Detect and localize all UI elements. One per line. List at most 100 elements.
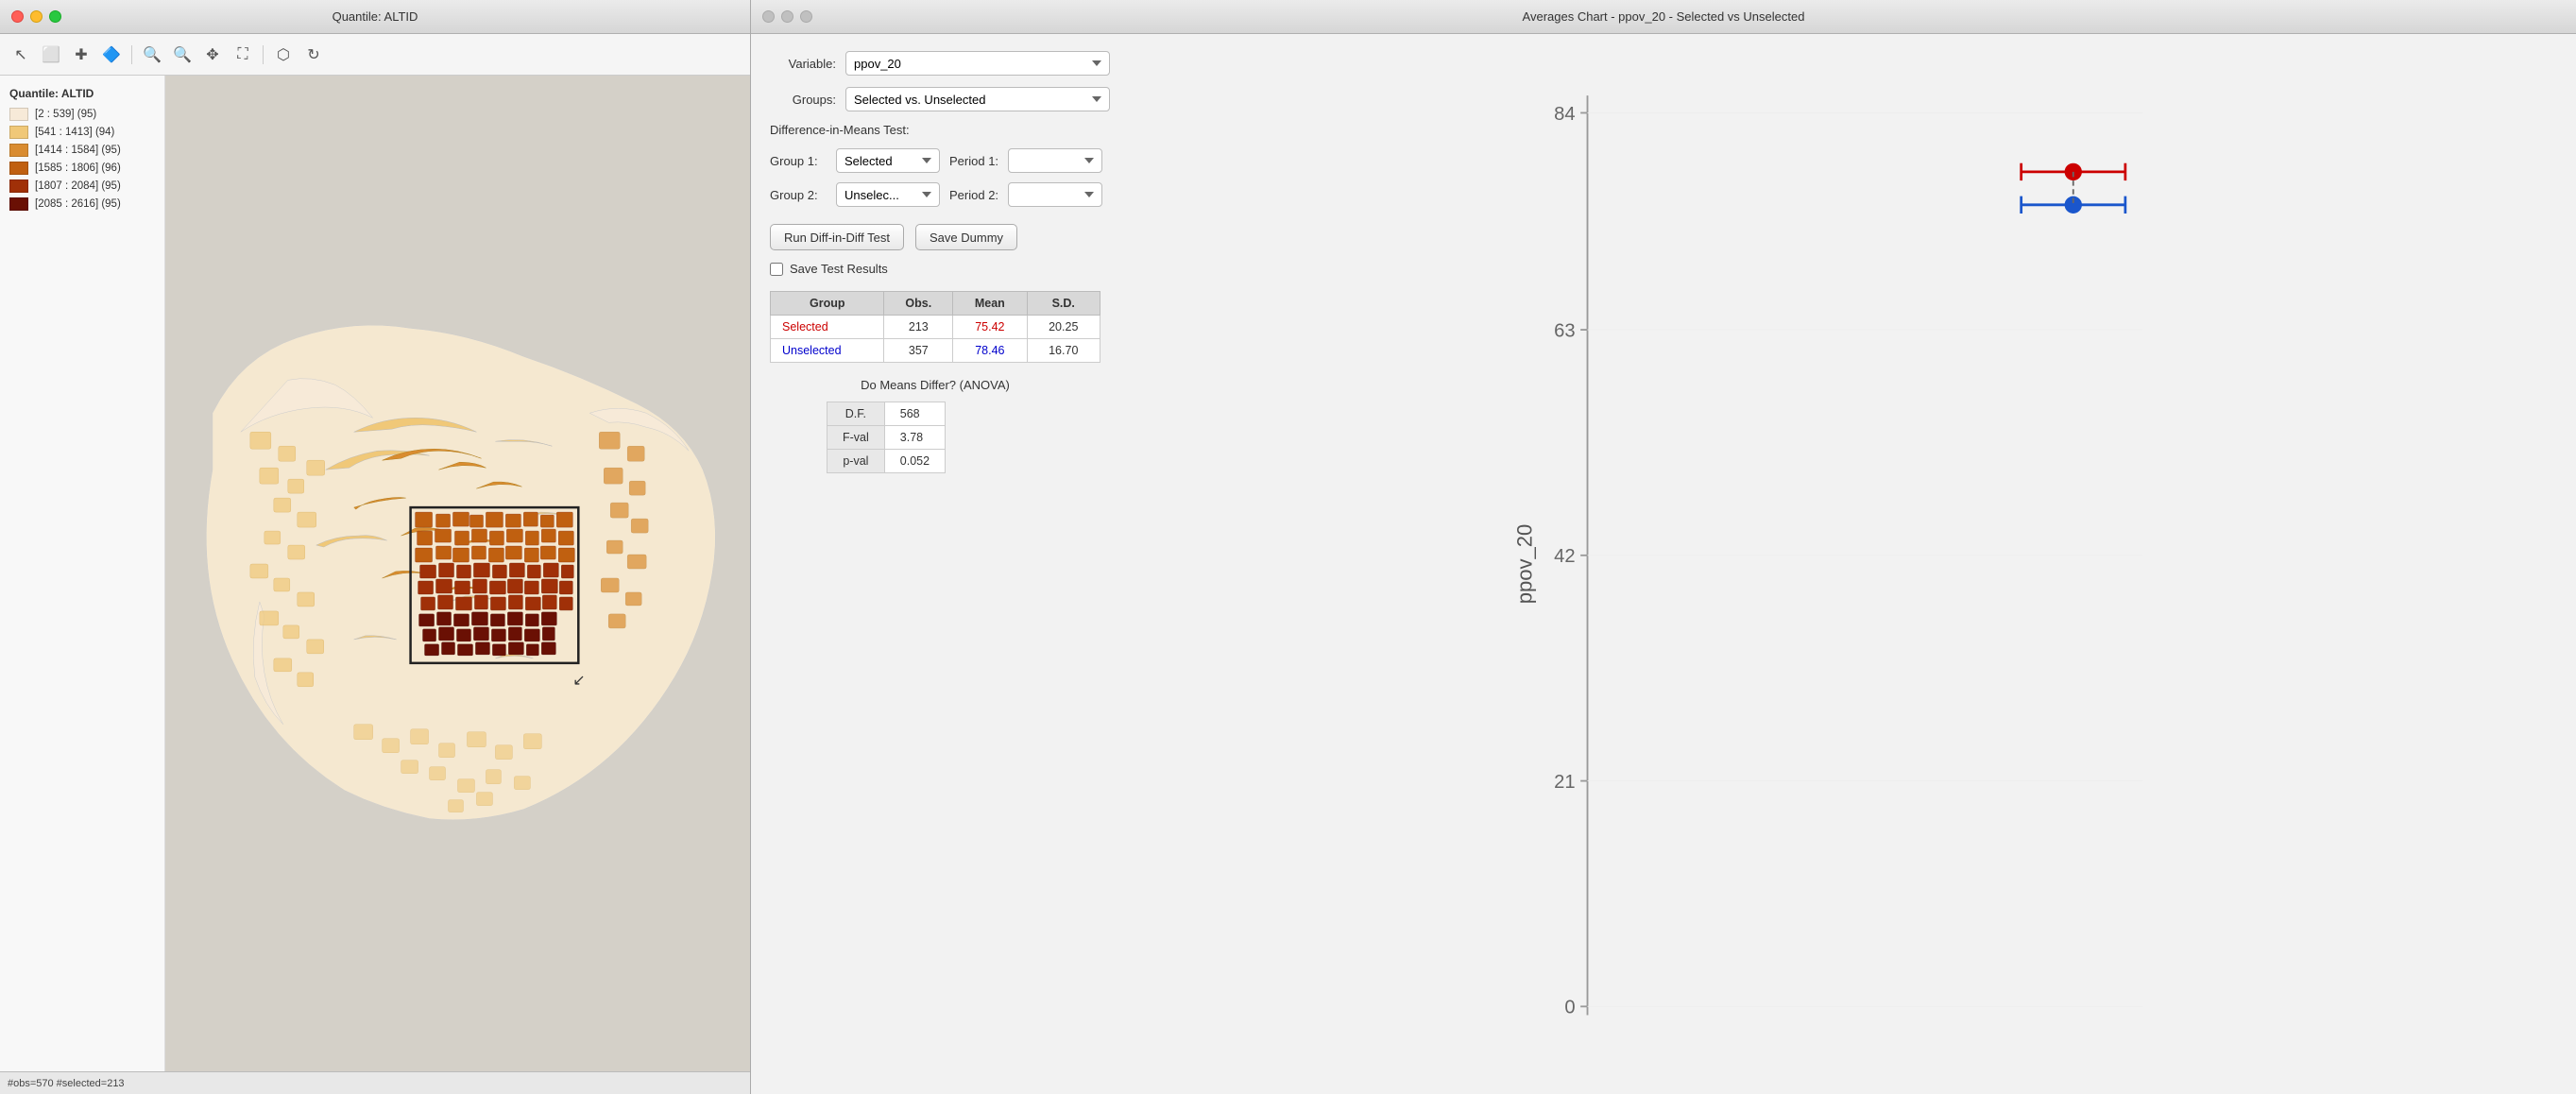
anova-label-fval: F-val — [827, 426, 885, 450]
save-dummy-button[interactable]: Save Dummy — [915, 224, 1017, 250]
add-tool[interactable]: ✚ — [68, 42, 94, 68]
unselected-sd: 16.70 — [1027, 339, 1100, 363]
group1-select[interactable]: Selected — [836, 148, 940, 173]
separator-2 — [263, 45, 264, 64]
y-axis-label: ppov_20 — [1513, 524, 1537, 605]
legend-item-5: [2085 : 2616] (95) — [9, 197, 155, 211]
selected-group-name: Selected — [771, 316, 884, 339]
table-row-selected: Selected 213 75.42 20.25 — [771, 316, 1100, 339]
period1-select[interactable] — [1008, 148, 1102, 173]
variable-select[interactable]: ppov_20 — [845, 51, 1110, 76]
legend-label-1: [541 : 1413] (94) — [35, 127, 114, 138]
y-tick-42: 42 — [1554, 546, 1575, 567]
group1-label: Group 1: — [770, 154, 827, 168]
select-box-tool[interactable]: ⬜ — [38, 42, 64, 68]
diff-means-label: Difference-in-Means Test: — [770, 123, 1110, 137]
variable-label: Variable: — [770, 57, 836, 71]
groups-label: Groups: — [770, 93, 836, 107]
period2-label: Period 2: — [949, 188, 998, 202]
legend-color-0 — [9, 108, 28, 121]
legend-item-0: [2 : 539] (95) — [9, 108, 155, 121]
save-results-checkbox[interactable] — [770, 263, 783, 276]
map-titlebar: Quantile: ALTID — [0, 0, 750, 34]
legend-label-2: [1414 : 1584] (95) — [35, 145, 121, 156]
legend-item-4: [1807 : 2084] (95) — [9, 179, 155, 193]
unselected-obs: 357 — [884, 339, 953, 363]
legend-color-5 — [9, 197, 28, 211]
chart-close-button[interactable] — [762, 10, 775, 23]
traffic-lights — [11, 10, 61, 23]
layer-tool[interactable]: 🔷 — [98, 42, 125, 68]
map-window: Quantile: ALTID ↖ ⬜ ✚ 🔷 🔍 🔍 ✥ ⛶ ⬡ ↻ Quan… — [0, 0, 751, 1094]
chart-content: Variable: ppov_20 Groups: Selected vs. U… — [751, 34, 2576, 1094]
anova-label-df: D.F. — [827, 402, 885, 426]
unselected-mean: 78.46 — [953, 339, 1027, 363]
col-header-group: Group — [771, 292, 884, 316]
minimize-button[interactable] — [30, 10, 43, 23]
legend-color-3 — [9, 162, 28, 175]
chart-minimize-button[interactable] — [781, 10, 793, 23]
legend-panel: Quantile: ALTID [2 : 539] (95) [541 : 14… — [0, 76, 165, 1071]
map-canvas[interactable]: ↙ — [165, 76, 750, 1071]
save-results-label: Save Test Results — [790, 262, 888, 276]
variable-row: Variable: ppov_20 — [770, 51, 1110, 76]
zoom-in-tool[interactable]: 🔍 — [139, 42, 165, 68]
refresh-tool[interactable]: ↻ — [300, 42, 327, 68]
legend-color-2 — [9, 144, 28, 157]
anova-row-fval: F-val 3.78 — [827, 426, 946, 450]
legend-color-4 — [9, 179, 28, 193]
group2-row: Group 2: Unselec... Period 2: — [770, 182, 1110, 207]
groups-select[interactable]: Selected vs. Unselected — [845, 87, 1110, 111]
legend-label-5: [2085 : 2616] (95) — [35, 198, 121, 210]
groups-row: Groups: Selected vs. Unselected — [770, 87, 1110, 111]
legend-title: Quantile: ALTID — [9, 87, 155, 100]
anova-value-pval: 0.052 — [884, 450, 945, 473]
group1-row: Group 1: Selected Period 1: — [770, 148, 1110, 173]
col-header-obs: Obs. — [884, 292, 953, 316]
col-header-mean: Mean — [953, 292, 1027, 316]
selected-mean: 75.42 — [953, 316, 1027, 339]
selected-sd: 20.25 — [1027, 316, 1100, 339]
run-diff-button[interactable]: Run Diff-in-Diff Test — [770, 224, 904, 250]
map-toolbar: ↖ ⬜ ✚ 🔷 🔍 🔍 ✥ ⛶ ⬡ ↻ — [0, 34, 750, 76]
y-tick-21: 21 — [1554, 772, 1575, 793]
close-button[interactable] — [11, 10, 24, 23]
period2-select[interactable] — [1008, 182, 1102, 207]
legend-item-3: [1585 : 1806] (96) — [9, 162, 155, 175]
group2-select[interactable]: Unselec... — [836, 182, 940, 207]
anova-value-df: 568 — [884, 402, 945, 426]
unselected-group-name: Unselected — [771, 339, 884, 363]
legend-item-1: [541 : 1413] (94) — [9, 126, 155, 139]
pointer-tool[interactable]: ↖ — [8, 42, 34, 68]
legend-item-2: [1414 : 1584] (95) — [9, 144, 155, 157]
group2-label: Group 2: — [770, 188, 827, 202]
separator-1 — [131, 45, 132, 64]
chart-svg: ppov_20 84 63 42 21 — [1138, 43, 2557, 1085]
legend-color-1 — [9, 126, 28, 139]
anova-row-pval: p-val 0.052 — [827, 450, 946, 473]
chart-traffic-lights — [762, 10, 812, 23]
anova-table: D.F. 568 F-val 3.78 p-val 0.052 — [827, 402, 946, 473]
legend-label-0: [2 : 539] (95) — [35, 109, 96, 120]
chart-maximize-button[interactable] — [800, 10, 812, 23]
fullscreen-tool[interactable]: ⛶ — [230, 42, 256, 68]
zoom-out-tool[interactable]: 🔍 — [169, 42, 196, 68]
maximize-button[interactable] — [49, 10, 61, 23]
diff-in-means-section: Difference-in-Means Test: Group 1: Selec… — [770, 123, 1110, 207]
stats-table: Group Obs. Mean S.D. Selected 213 75.42 … — [770, 291, 1100, 363]
region-select-tool[interactable]: ⬡ — [270, 42, 297, 68]
anova-label-pval: p-val — [827, 450, 885, 473]
anova-title: Do Means Differ? (ANOVA) — [770, 378, 1100, 392]
pan-tool[interactable]: ✥ — [199, 42, 226, 68]
buttons-row: Run Diff-in-Diff Test Save Dummy — [770, 224, 1110, 250]
y-tick-84: 84 — [1554, 104, 1575, 125]
status-bar: #obs=570 #selected=213 — [0, 1071, 750, 1094]
chart-window-title: Averages Chart - ppov_20 - Selected vs U… — [1523, 9, 1805, 24]
controls-panel: Variable: ppov_20 Groups: Selected vs. U… — [751, 34, 1129, 1094]
legend-label-3: [1585 : 1806] (96) — [35, 162, 121, 174]
chart-titlebar: Averages Chart - ppov_20 - Selected vs U… — [751, 0, 2576, 34]
status-text: #obs=570 #selected=213 — [8, 1078, 125, 1089]
map-svg[interactable]: ↙ — [165, 76, 750, 1071]
svg-text:↙: ↙ — [572, 673, 585, 689]
y-tick-63: 63 — [1554, 320, 1575, 341]
